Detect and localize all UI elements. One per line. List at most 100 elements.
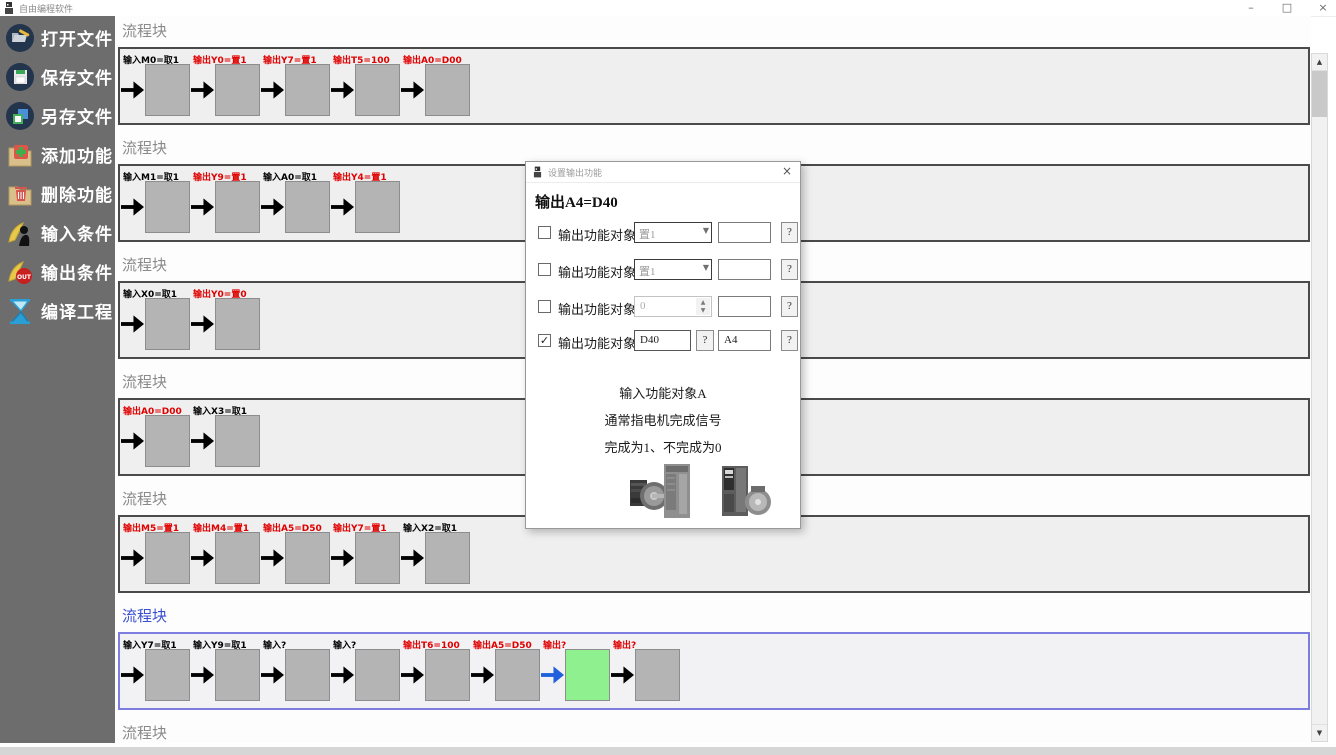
flow-arrow-icon[interactable] [261,197,284,217]
flow-block[interactable] [145,298,190,350]
flow-arrow-icon[interactable] [331,197,354,217]
flow-cell: 输出A5=D50 [260,517,330,591]
flow-arrow-icon[interactable] [261,665,284,685]
flow-block[interactable] [215,649,260,701]
dialog-close-icon[interactable]: × [782,164,792,178]
target-value-field[interactable]: D40 [634,330,691,351]
flow-block[interactable] [355,532,400,584]
flow-cell: 输出A5=D50 [470,634,540,708]
flow-block[interactable] [425,649,470,701]
flow-arrow-icon[interactable] [611,665,634,685]
flow-block[interactable] [355,181,400,233]
flow-block[interactable] [145,64,190,116]
output-target-checkbox[interactable] [538,263,551,276]
flow-container: 输入Y7=取1输入Y9=取1输入?输入?输出T6=100输出A5=D50输出?输… [118,632,1310,710]
extra-value-field[interactable] [718,296,771,317]
flow-arrow-icon[interactable] [121,80,144,100]
flow-arrow-icon[interactable] [191,314,214,334]
flow-section: 流程块输入Y7=取1输入Y9=取1输入?输入?输出T6=100输出A5=D50输… [115,605,1311,710]
flow-arrow-icon[interactable] [401,665,424,685]
output-target-checkbox[interactable] [538,226,551,239]
flow-cell: 输出Y0=置0 [190,283,260,357]
scrollbar-thumb[interactable] [1312,71,1327,117]
help-button[interactable]: ? [781,296,798,317]
flow-block[interactable] [285,532,330,584]
flow-block[interactable] [215,64,260,116]
select-value: 置1 [639,263,656,279]
sidebar-item-4[interactable]: 添加功能 [0,135,115,174]
flow-arrow-icon[interactable] [331,665,354,685]
extra-value-field[interactable]: A4 [718,330,771,351]
flow-arrow-icon[interactable] [121,431,144,451]
help-button[interactable]: ? [781,222,798,243]
flow-block[interactable] [215,298,260,350]
flow-arrow-icon[interactable] [261,548,284,568]
save-file-icon [5,62,35,92]
flow-arrow-icon[interactable] [191,548,214,568]
sidebar-item-6[interactable]: 输入条件 [0,213,115,252]
sidebar-item-1[interactable]: 打开文件 [0,18,115,57]
flow-arrow-icon[interactable] [191,80,214,100]
value-select[interactable]: 置1▼ [634,259,712,280]
select-value: 置1 [639,226,656,242]
minimize-button[interactable]: – [1244,0,1258,16]
flow-arrow-icon[interactable] [191,197,214,217]
flow-arrow-icon[interactable] [401,548,424,568]
value-select[interactable]: 置1▼ [634,222,712,243]
flow-arrow-icon[interactable] [401,80,424,100]
output-target-checkbox[interactable] [538,300,551,313]
flow-arrow-icon[interactable] [331,548,354,568]
flow-block[interactable] [145,649,190,701]
flow-block[interactable] [215,532,260,584]
vertical-scrollbar[interactable]: ▲ ▼ [1311,53,1328,742]
flow-block[interactable] [635,649,680,701]
flow-arrow-icon[interactable] [121,314,144,334]
sidebar: 打开文件保存文件另存文件添加功能删除功能输入条件OUT输出条件编译工程 [0,16,115,743]
flow-arrow-icon[interactable] [331,80,354,100]
flow-block[interactable] [565,649,610,701]
scroll-down-icon[interactable]: ▼ [1312,724,1327,741]
flow-arrow-icon[interactable] [471,665,494,685]
help-button[interactable]: ? [781,330,798,351]
flow-block[interactable] [495,649,540,701]
help-button[interactable]: ? [696,330,714,351]
value-spinner[interactable]: 0▲▼ [634,296,712,317]
flow-cell: 输出M5=置1 [120,517,190,591]
flow-block[interactable] [145,532,190,584]
sidebar-item-7[interactable]: OUT输出条件 [0,252,115,291]
maximize-button[interactable]: □ [1280,0,1294,16]
flow-block[interactable] [355,649,400,701]
flow-block[interactable] [215,415,260,467]
help-button[interactable]: ? [781,259,798,280]
flow-arrow-icon[interactable] [121,665,144,685]
flow-arrow-icon[interactable] [191,431,214,451]
scroll-up-icon[interactable]: ▲ [1312,54,1327,71]
flow-arrow-icon[interactable] [121,548,144,568]
output-target-checkbox[interactable]: ✓ [538,334,551,347]
flow-block[interactable] [285,181,330,233]
spinner-down-icon[interactable]: ▼ [696,306,710,315]
flow-arrow-icon[interactable] [191,665,214,685]
sidebar-item-8[interactable]: 编译工程 [0,291,115,330]
close-button[interactable]: × [1316,0,1330,16]
extra-value-field[interactable] [718,222,771,243]
flow-arrow-icon[interactable] [541,665,564,685]
flow-block[interactable] [425,532,470,584]
flow-block[interactable] [285,649,330,701]
sidebar-item-3[interactable]: 另存文件 [0,96,115,135]
flow-block[interactable] [215,181,260,233]
flow-block[interactable] [285,64,330,116]
flow-block[interactable] [425,64,470,116]
flow-cell: 输入X2=取1 [400,517,470,591]
flow-block[interactable] [355,64,400,116]
extra-value-field[interactable] [718,259,771,280]
flow-block[interactable] [145,181,190,233]
flow-arrow-icon[interactable] [261,80,284,100]
flow-arrow-icon[interactable] [121,197,144,217]
sidebar-item-2[interactable]: 保存文件 [0,57,115,96]
flow-block[interactable] [145,415,190,467]
output-target-label: 输出功能对象T [558,299,644,318]
dialog-help-text: 输入功能对象A通常指电机完成信号完成为1、不完成为0 [526,380,800,461]
sidebar-item-5[interactable]: 删除功能 [0,174,115,213]
dialog-row: ✓输出功能对象AD40?A4? [526,330,800,352]
